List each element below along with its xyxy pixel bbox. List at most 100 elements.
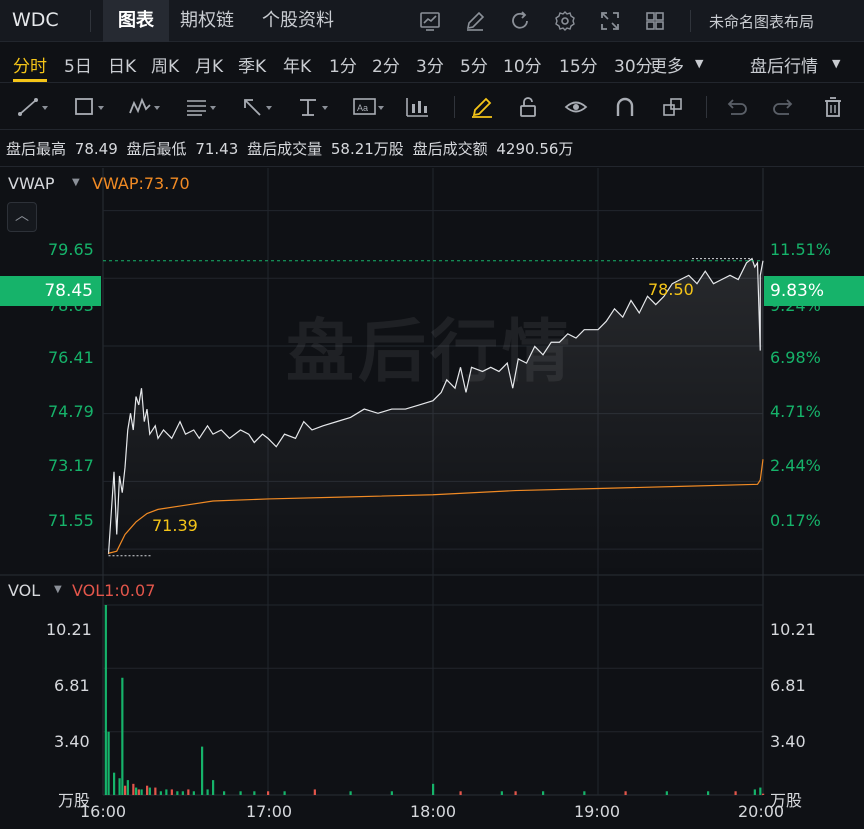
volume-bar bbox=[126, 780, 129, 795]
after-hours-info: 盘后最高 78.49 盘后最低 71.43 盘后成交量 58.21万股 盘后成交… bbox=[0, 131, 864, 167]
divider bbox=[454, 96, 455, 118]
chevron-up-icon: ︿ bbox=[15, 208, 29, 224]
period-15m[interactable]: 15分 bbox=[559, 52, 598, 77]
period-2m[interactable]: 2分 bbox=[372, 52, 400, 77]
period-month[interactable]: 月K bbox=[195, 52, 223, 77]
max-price-marker: 78.50 bbox=[648, 280, 694, 299]
period-quarter[interactable]: 季K bbox=[238, 52, 266, 77]
top-bar: WDC 图表 期权链 个股资料 未命名图表布局 bbox=[0, 0, 864, 42]
rectangle-tool-icon[interactable] bbox=[72, 95, 106, 119]
volume-bar bbox=[624, 791, 627, 795]
volume-bar bbox=[159, 791, 162, 795]
volume-bar bbox=[201, 746, 204, 795]
vwap-indicator-value: VWAP:73.70 bbox=[92, 174, 190, 193]
volume-bar bbox=[121, 677, 124, 795]
volume-bar bbox=[253, 791, 256, 795]
arrow-tool-icon[interactable] bbox=[240, 95, 274, 119]
vwap-indicator-label[interactable]: VWAP bbox=[8, 174, 54, 193]
annotation-tool-icon[interactable]: Aa bbox=[352, 95, 386, 119]
text-tool-icon[interactable] bbox=[296, 95, 330, 119]
undo-icon[interactable] bbox=[722, 95, 756, 119]
period-30m[interactable]: 30分 bbox=[614, 52, 653, 77]
volume-bar bbox=[313, 789, 316, 795]
chart-canvas[interactable] bbox=[0, 168, 864, 829]
high-value: 78.49 bbox=[74, 140, 118, 158]
period-more[interactable]: 更多 bbox=[650, 52, 684, 77]
fibonacci-tool-icon[interactable] bbox=[184, 95, 218, 119]
session-label[interactable]: 盘后行情 bbox=[750, 52, 818, 77]
volume-bar bbox=[124, 785, 127, 795]
active-period-underline bbox=[13, 79, 47, 82]
volume-value: 58.21万股 bbox=[330, 140, 404, 158]
volume-tick: 3.40 bbox=[770, 732, 806, 751]
chevron-down-icon[interactable]: ▼ bbox=[54, 584, 62, 595]
time-tick: 20:00 bbox=[738, 802, 785, 821]
lock-icon[interactable] bbox=[515, 95, 549, 119]
high-label: 盘后最高 bbox=[6, 140, 67, 158]
period-week[interactable]: 周K bbox=[151, 52, 179, 77]
layers-icon[interactable] bbox=[660, 95, 694, 119]
period-1m[interactable]: 1分 bbox=[329, 52, 357, 77]
grid-icon[interactable] bbox=[643, 9, 667, 33]
period-3m[interactable]: 3分 bbox=[416, 52, 444, 77]
volume-bar bbox=[154, 787, 157, 795]
redo-icon[interactable] bbox=[772, 95, 806, 119]
volume-tick: 10.21 bbox=[46, 620, 92, 639]
period-5m[interactable]: 5分 bbox=[460, 52, 488, 77]
volume-tick: 6.81 bbox=[770, 676, 806, 695]
amount-label: 盘后成交额 bbox=[412, 140, 488, 158]
low-value: 71.43 bbox=[195, 140, 239, 158]
period-10m[interactable]: 10分 bbox=[503, 52, 542, 77]
layout-name[interactable]: 未命名图表布局 bbox=[709, 11, 814, 32]
line-tool-icon[interactable] bbox=[16, 95, 50, 119]
pct-tick: 4.71% bbox=[770, 402, 821, 421]
edit-icon[interactable] bbox=[463, 9, 487, 33]
gear-icon[interactable] bbox=[553, 9, 577, 33]
chart-area[interactable]: VWAP ▼ VWAP:73.70 ︿ 盘后行情 78.45 9.83% 78.… bbox=[0, 168, 864, 829]
collapse-button[interactable]: ︿ bbox=[7, 202, 37, 232]
volume-label: 盘后成交量 bbox=[247, 140, 323, 158]
amount-value: 4290.56万 bbox=[496, 140, 574, 158]
pct-tick: 11.51% bbox=[770, 240, 832, 259]
time-tick: 16:00 bbox=[80, 802, 127, 821]
volume-bar bbox=[762, 793, 765, 795]
refresh-icon[interactable] bbox=[508, 9, 532, 33]
period-day[interactable]: 日K bbox=[108, 52, 136, 77]
volume-bar bbox=[390, 791, 393, 795]
volume-tick: 6.81 bbox=[54, 676, 90, 695]
volume-bar bbox=[283, 791, 286, 795]
volume-bar bbox=[223, 791, 226, 795]
volume-bar bbox=[176, 791, 179, 795]
tab-stock-profile[interactable]: 个股资料 bbox=[262, 0, 334, 42]
pen-icon[interactable] bbox=[468, 95, 502, 119]
volume-bar bbox=[104, 605, 107, 795]
volume-bar bbox=[137, 789, 140, 795]
candle-tool-icon[interactable] bbox=[404, 95, 438, 119]
trash-icon[interactable] bbox=[820, 95, 854, 119]
current-price-tag: 78.45 bbox=[0, 276, 101, 306]
volume-bar bbox=[165, 789, 168, 795]
chevron-down-icon[interactable]: ▼ bbox=[695, 57, 703, 70]
chart-icon[interactable] bbox=[418, 9, 442, 33]
wave-tool-icon[interactable] bbox=[128, 95, 162, 119]
volume-bar bbox=[267, 791, 270, 795]
period-5d[interactable]: 5日 bbox=[64, 52, 92, 77]
volume-bar bbox=[181, 791, 184, 795]
magnet-icon[interactable] bbox=[612, 95, 646, 119]
chevron-down-icon[interactable]: ▼ bbox=[72, 177, 80, 188]
period-year[interactable]: 年K bbox=[283, 52, 311, 77]
eye-icon[interactable] bbox=[563, 95, 597, 119]
chevron-down-icon[interactable]: ▼ bbox=[832, 57, 840, 70]
current-pct-tag: 9.83% bbox=[764, 276, 864, 306]
svg-text:Aa: Aa bbox=[357, 103, 368, 113]
volume-bar bbox=[239, 791, 242, 795]
vol-indicator-label[interactable]: VOL bbox=[8, 581, 40, 600]
tab-chart[interactable]: 图表 bbox=[103, 0, 169, 42]
period-intraday[interactable]: 分时 bbox=[13, 52, 47, 77]
volume-bar bbox=[349, 791, 352, 795]
price-tick: 73.17 bbox=[48, 456, 94, 475]
tab-option-chain[interactable]: 期权链 bbox=[180, 0, 234, 42]
volume-bar bbox=[759, 787, 762, 795]
fullscreen-icon[interactable] bbox=[598, 9, 622, 33]
low-label: 盘后最低 bbox=[126, 140, 187, 158]
